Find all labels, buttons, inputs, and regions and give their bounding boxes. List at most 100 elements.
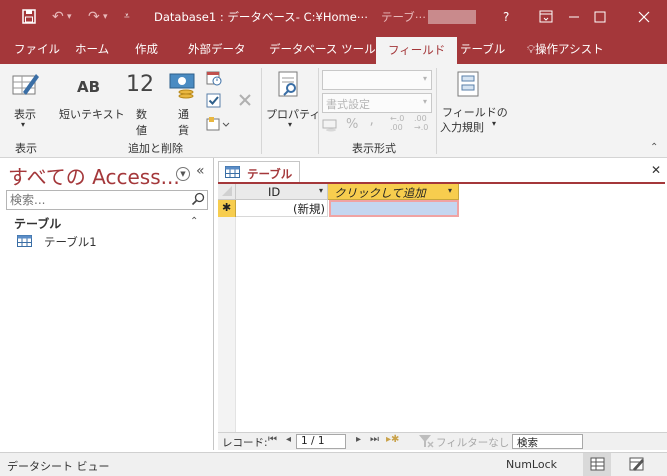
add-column-label: クリックして追加	[334, 186, 426, 200]
short-text-label: 短いテキスト	[59, 108, 125, 121]
field-validation-dropdown-icon: ▾	[492, 119, 497, 128]
tab-database-tools[interactable]: データベース ツール	[269, 34, 376, 64]
number-button[interactable]: 12 数 値	[124, 70, 160, 140]
properties-icon	[278, 71, 298, 97]
format-placeholder: 書式設定	[326, 98, 370, 111]
group-label-add-delete: 追加と削除	[128, 142, 183, 155]
delete-field-icon[interactable]	[238, 93, 254, 111]
datasheet-view-icon	[12, 74, 39, 95]
redo-icon[interactable]: ↷	[88, 0, 100, 34]
tab-create[interactable]: 作成	[135, 34, 158, 64]
percent-format-button[interactable]: %	[346, 117, 358, 132]
field-validation-button[interactable]: フィールドの 入力規則 ▾	[440, 70, 508, 134]
datasheet-view-button[interactable]	[583, 453, 611, 476]
nav-menu-dropdown-icon[interactable]: ▼	[176, 167, 190, 181]
nav-pane-title[interactable]: すべての Access...	[8, 161, 180, 190]
context-tab-title: テーブ⋯	[381, 10, 427, 24]
properties-dropdown-icon: ▾	[288, 120, 293, 129]
format-select[interactable]: 書式設定 ▾	[322, 93, 432, 113]
chevron-down-icon: ▾	[422, 97, 427, 106]
status-view-name: データシート ビュー	[7, 460, 110, 473]
record-nav-label: レコード:	[222, 437, 268, 449]
properties-button[interactable]: プロパティ ▾	[266, 70, 320, 132]
new-record-value: (新規)	[293, 202, 325, 216]
number-label-1: 数	[136, 108, 147, 121]
first-record-button[interactable]: ⏮	[268, 434, 277, 445]
next-record-button[interactable]: ▸	[356, 434, 361, 445]
tab-field[interactable]: フィールド	[376, 37, 458, 64]
tab-table[interactable]: テーブル	[460, 34, 505, 64]
record-selector-column	[218, 217, 236, 436]
datasheet-grid: ID ▾ クリックして追加 ▾ ✱ (新規)	[218, 182, 665, 436]
maximize-button[interactable]	[593, 0, 607, 34]
nav-search-box[interactable]	[6, 190, 208, 210]
more-fields-icon[interactable]	[206, 116, 232, 134]
nav-section-header[interactable]: テーブル	[14, 215, 61, 232]
chevron-down-icon: ▾	[422, 74, 427, 83]
title-bar: ↶ ▾ ↷ ▾ ⩡ Database1 : データベース- C:¥Home⋯ テ…	[0, 0, 667, 34]
field-validation-label-2: 入力規則	[440, 121, 484, 134]
cell-add-column[interactable]	[329, 200, 459, 217]
help-button[interactable]: ?	[503, 0, 509, 34]
tab-home[interactable]: ホーム	[75, 34, 109, 64]
nav-item-table1[interactable]: テーブル1	[17, 234, 197, 250]
filter-status[interactable]: フィルターなし	[436, 435, 509, 450]
collapse-nav-icon[interactable]: «	[196, 163, 205, 179]
select-all-corner[interactable]	[218, 184, 236, 200]
new-record-marker: ✱	[222, 201, 232, 214]
search-icon[interactable]	[191, 192, 205, 209]
table-icon	[17, 235, 32, 247]
tell-me-button[interactable]: 💡︎操作アシスト	[527, 34, 604, 64]
design-view-button[interactable]	[622, 453, 650, 476]
window-title: Database1 : データベース- C:¥Home⋯	[154, 10, 369, 24]
record-navigation-bar: レコード: ⏮ ◂ 1 / 1 ▸ ⏭ ▸✱ フィルターなし 検索	[218, 432, 667, 450]
column-dropdown-icon[interactable]: ▾	[448, 186, 452, 195]
document-tab-table1[interactable]: テーブル1	[218, 161, 300, 196]
date-time-icon[interactable]	[206, 70, 224, 88]
undo-icon[interactable]: ↶	[52, 0, 64, 34]
decrease-decimals-button[interactable]: .00 →.0	[414, 114, 428, 132]
properties-label: プロパティ	[266, 108, 321, 121]
redo-dropdown-icon[interactable]: ▾	[103, 0, 108, 34]
customize-qat-icon[interactable]: ⩡	[124, 0, 130, 34]
increase-decimals-button[interactable]: ←.0 .00	[390, 114, 404, 132]
undo-dropdown-icon[interactable]: ▾	[67, 0, 72, 34]
column-header-add[interactable]: クリックして追加 ▾	[328, 184, 459, 200]
close-document-icon[interactable]: ✕	[651, 163, 661, 177]
previous-record-button[interactable]: ◂	[286, 434, 291, 445]
minimize-button[interactable]	[567, 0, 581, 34]
field-validation-label-1: フィールドの	[442, 106, 508, 119]
currency-button[interactable]: 通 貨	[166, 70, 200, 140]
yes-no-checkbox-icon[interactable]	[206, 93, 224, 111]
short-text-button[interactable]: AB 短いテキスト	[56, 72, 125, 128]
comma-format-button[interactable]: ⸴	[370, 112, 374, 131]
column-dropdown-icon[interactable]: ▾	[319, 186, 323, 195]
record-search-box[interactable]: 検索	[512, 434, 583, 449]
data-type-select[interactable]: ▾	[322, 70, 432, 90]
status-bar: データシート ビュー NumLock	[0, 452, 667, 476]
cell-id[interactable]: (新規)	[236, 200, 328, 217]
nav-search-input[interactable]	[7, 191, 187, 209]
current-record-input[interactable]: 1 / 1	[296, 434, 346, 449]
user-account[interactable]	[428, 10, 476, 24]
collapse-ribbon-icon[interactable]: ⌃	[650, 142, 658, 153]
column-header-id[interactable]: ID ▾	[236, 184, 328, 200]
new-record-button[interactable]: ▸✱	[386, 434, 399, 445]
record-selector[interactable]: ✱	[218, 200, 236, 217]
tell-me-label: 操作アシスト	[535, 42, 604, 56]
group-label-view: 表示	[15, 142, 37, 155]
column-header-label: ID	[268, 185, 281, 199]
group-label-format: 表示形式	[352, 142, 396, 155]
view-button[interactable]: 表示 ▾	[6, 70, 44, 132]
section-collapse-icon[interactable]: ⌃	[190, 216, 198, 227]
ribbon-separator	[261, 68, 262, 154]
tab-external-data[interactable]: 外部データ	[188, 34, 246, 64]
currency-format-icon[interactable]	[322, 118, 340, 134]
close-button[interactable]	[637, 0, 651, 34]
tab-file[interactable]: ファイル	[14, 34, 60, 64]
filter-icon[interactable]	[418, 434, 434, 451]
current-record-value: 1 / 1	[301, 435, 325, 447]
save-icon[interactable]	[21, 0, 37, 34]
ribbon-display-options-icon[interactable]	[539, 0, 553, 34]
last-record-button[interactable]: ⏭	[370, 434, 379, 445]
